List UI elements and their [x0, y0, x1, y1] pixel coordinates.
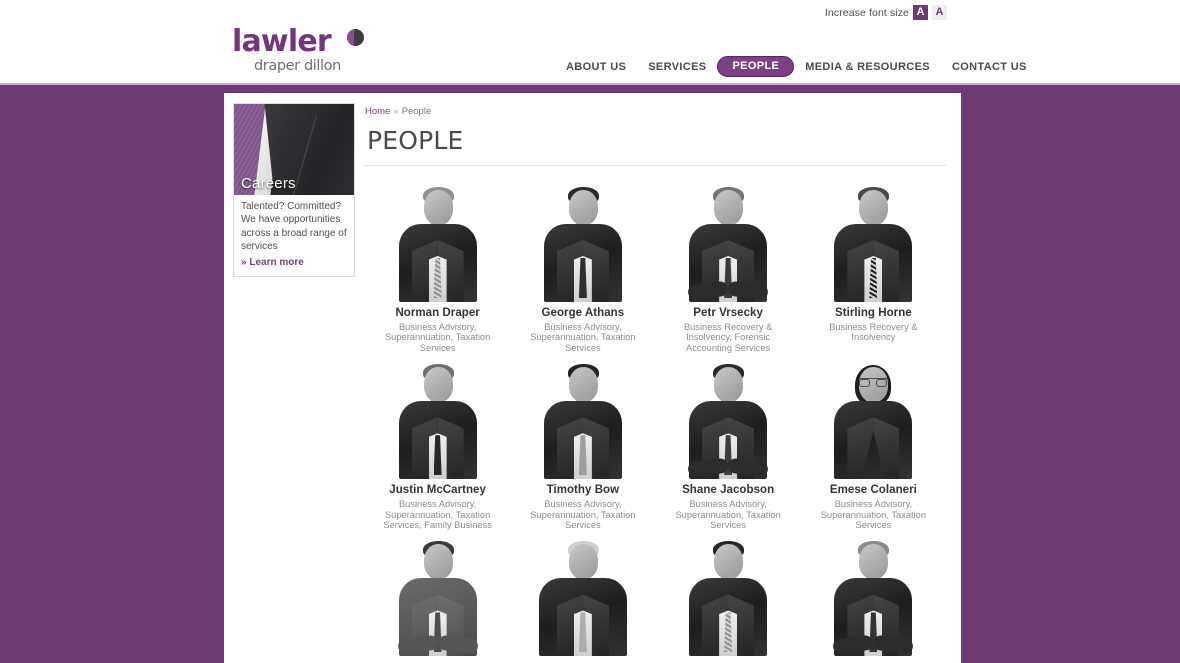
portrait-figure-icon [537, 361, 629, 480]
person-card[interactable] [656, 538, 801, 661]
title-divider [365, 165, 946, 166]
person-name: Justin McCartney [389, 484, 486, 497]
careers-promo-image: Careers [234, 104, 354, 195]
nav-item-about-us[interactable]: ABOUT US [555, 61, 637, 73]
portrait-figure-icon [392, 361, 484, 480]
portrait-figure-icon [682, 538, 774, 657]
person-photo [660, 361, 797, 480]
person-card[interactable]: Emese Colaneri Business Advisory, Supera… [801, 361, 946, 530]
nav-item-contact-us[interactable]: CONTACT US [941, 61, 1038, 73]
person-card[interactable]: Norman Draper Business Advisory, Superan… [365, 184, 510, 353]
person-card[interactable] [365, 538, 510, 661]
site-header: Increase font size A A lawler draper dil… [0, 0, 1180, 85]
portrait-figure-icon [682, 361, 774, 480]
font-size-label: Increase font size [824, 6, 909, 19]
logo-wordmark: lawler [232, 24, 332, 59]
content-card: Careers Talented? Committed? We have opp… [224, 93, 961, 663]
person-name: Emese Colaneri [829, 484, 917, 497]
person-role: Business Advisory, Superannuation, Taxat… [675, 499, 781, 531]
portrait-figure-icon [682, 184, 774, 302]
person-card[interactable]: Petr Vrsecky Business Recovery & Insolve… [656, 184, 801, 353]
page-title: PEOPLE [367, 126, 464, 155]
portrait-figure-icon [537, 538, 629, 657]
person-photo [805, 184, 942, 302]
person-name: Shane Jacobson [682, 484, 775, 497]
breadcrumb: Home» People [365, 103, 946, 117]
person-photo [514, 538, 651, 657]
person-role: Business Advisory, Superannuation, Taxat… [820, 499, 927, 531]
person-role: Business Recovery & Insolvency, Forensic… [683, 322, 773, 353]
logo-subtitle: draper dillon [254, 58, 341, 74]
portrait-figure-icon [392, 184, 484, 302]
nav-item-people[interactable]: PEOPLE [717, 56, 795, 77]
main-column: Home» People PEOPLE Norman Draper Busine… [365, 103, 946, 663]
careers-promo-body: Talented? Committed? We have opportuniti… [234, 195, 354, 276]
page-root: Increase font size A A lawler draper dil… [0, 0, 1180, 663]
person-name: Stirling Horne [835, 307, 912, 319]
font-size-large-button[interactable]: A [932, 5, 947, 20]
breadcrumb-separator: » [393, 106, 399, 117]
font-size-control: Increase font size A A [825, 5, 947, 20]
site-logo[interactable]: lawler draper dillon [232, 24, 364, 74]
main-navigation: ABOUT US SERVICES PEOPLE MEDIA & RESOURC… [555, 56, 1038, 77]
portrait-figure-icon [827, 184, 919, 302]
person-card[interactable]: Justin McCartney Business Advisory, Supe… [365, 361, 510, 530]
portrait-figure-icon [537, 184, 629, 302]
person-name: Petr Vrsecky [693, 307, 763, 319]
person-photo [660, 538, 797, 657]
portrait-figure-icon [827, 538, 919, 657]
breadcrumb-home-link[interactable]: Home [365, 106, 390, 117]
person-card[interactable]: George Athans Business Advisory, Superan… [510, 184, 655, 353]
person-photo [369, 184, 506, 302]
nav-item-services[interactable]: SERVICES [637, 61, 717, 73]
person-card[interactable] [801, 538, 946, 661]
careers-promo-text: Talented? Committed? We have opportuniti… [241, 201, 347, 253]
person-role: Business Advisory, Superannuation, Taxat… [530, 322, 636, 353]
person-photo [369, 538, 506, 657]
person-photo [805, 361, 942, 480]
person-photo [514, 361, 651, 480]
careers-promo-title: Careers [241, 175, 296, 192]
person-role: Business Advisory, Superannuation, Taxat… [384, 322, 491, 353]
person-role: Business Advisory, Superannuation, Taxat… [530, 499, 636, 531]
person-photo [369, 361, 506, 480]
person-card[interactable]: Stirling Horne Business Recovery & Insol… [801, 184, 946, 353]
person-name: Norman Draper [395, 307, 480, 319]
breadcrumb-current: People [401, 106, 432, 117]
person-card[interactable]: Timothy Bow Business Advisory, Superannu… [510, 361, 655, 530]
person-card[interactable]: Shane Jacobson Business Advisory, Supera… [656, 361, 801, 530]
portrait-figure-icon [392, 538, 484, 657]
logo-circle-icon [347, 29, 364, 46]
careers-learn-more-link[interactable]: » Learn more [241, 256, 347, 269]
person-photo [514, 184, 651, 302]
person-name: Timothy Bow [546, 484, 620, 497]
people-grid: Norman Draper Business Advisory, Superan… [365, 184, 946, 661]
careers-promo[interactable]: Careers Talented? Committed? We have opp… [233, 103, 355, 278]
portrait-figure-icon [827, 361, 919, 480]
person-role: Business Recovery & Insolvency [829, 322, 918, 343]
person-name: George Athans [541, 307, 625, 319]
person-photo [660, 184, 797, 302]
person-card[interactable] [510, 538, 655, 661]
person-photo [805, 538, 942, 657]
nav-item-media-resources[interactable]: MEDIA & RESOURCES [794, 61, 941, 73]
person-role: Business Advisory, Superannuation, Taxat… [383, 499, 492, 531]
font-size-small-button[interactable]: A [913, 5, 928, 20]
